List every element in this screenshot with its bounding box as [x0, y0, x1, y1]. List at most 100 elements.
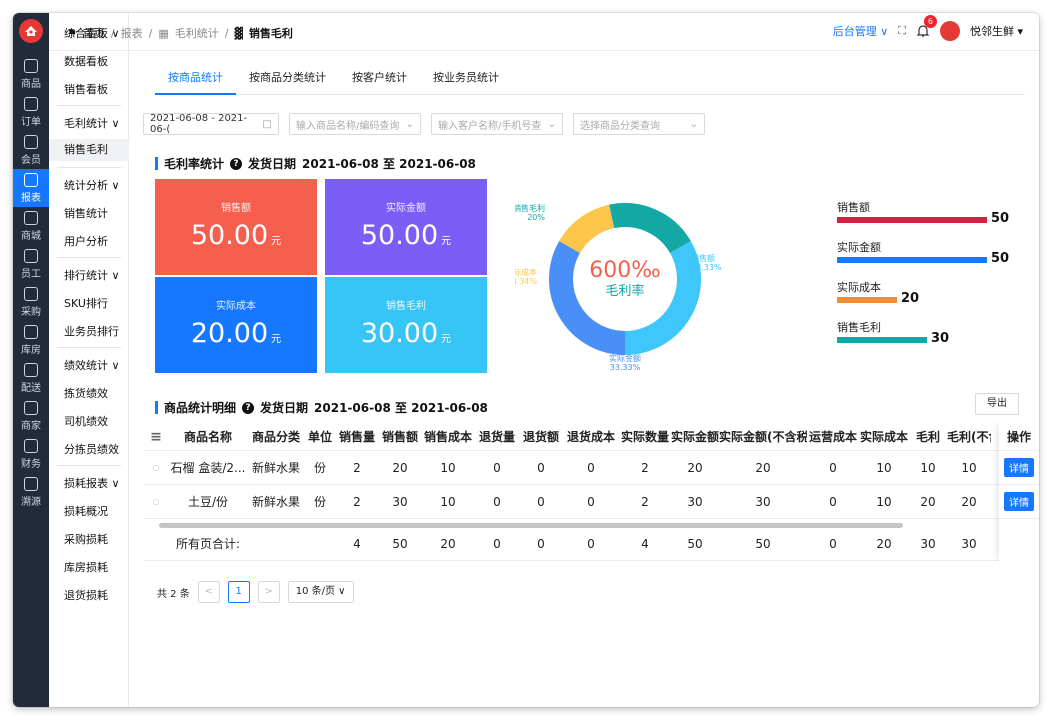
donut-slice[interactable]: [609, 203, 691, 254]
submenu-group[interactable]: 损耗报表 ∨: [64, 475, 120, 491]
column-header[interactable]: 退货量: [475, 428, 519, 445]
row-radio[interactable]: ○: [143, 463, 169, 472]
submenu-item[interactable]: 销售毛利: [49, 139, 129, 161]
nav-delivery[interactable]: 配送: [13, 359, 49, 397]
home-icon[interactable]: ⚑: [67, 27, 77, 40]
submenu-item[interactable]: SKU排行: [64, 295, 108, 311]
nav-product[interactable]: 商品: [13, 55, 49, 93]
notification-bell[interactable]: 6: [916, 15, 937, 38]
total-count: 共 2 条: [157, 588, 190, 600]
submenu-item[interactable]: 库房损耗: [64, 559, 108, 575]
nav-warehouse[interactable]: 库房: [13, 321, 49, 359]
nav-label: 商城: [21, 230, 41, 242]
nav-order[interactable]: 订单: [13, 93, 49, 131]
next-page-button[interactable]: >: [257, 581, 280, 603]
breadcrumb-home[interactable]: 首页: [83, 25, 105, 41]
nav-label: 财务: [21, 458, 41, 470]
user-menu[interactable]: 悦邻生鲜 ▾: [970, 23, 1023, 39]
export-button[interactable]: 导出: [975, 393, 1019, 415]
donut-slice[interactable]: [559, 204, 615, 254]
submenu-item[interactable]: 用户分析: [64, 233, 108, 249]
submenu-item[interactable]: 数据看板: [64, 53, 108, 69]
submenu-item[interactable]: 司机绩效: [64, 413, 108, 429]
column-header[interactable]: 实际金额: [671, 428, 719, 445]
submenu-item[interactable]: 销售看板: [64, 81, 108, 97]
submenu-group[interactable]: 毛利统计 ∨: [64, 115, 120, 131]
submenu-item[interactable]: 业务员排行: [64, 323, 119, 339]
nav-mall[interactable]: 商城: [13, 207, 49, 245]
table-horizontal-scrollbar[interactable]: [159, 523, 903, 528]
breadcrumb-separator: /: [148, 26, 153, 40]
column-header[interactable]: 单位: [305, 428, 335, 445]
column-header[interactable]: 实际数量: [619, 428, 671, 445]
total-cell: 20: [440, 536, 456, 551]
submenu-item[interactable]: 销售统计: [64, 205, 108, 221]
date-range-picker[interactable]: 2021-06-08 - 2021-06-( □: [143, 113, 279, 135]
ship-date-label: 发货日期: [248, 157, 297, 171]
nav-staff[interactable]: 员工: [13, 245, 49, 283]
column-settings-icon[interactable]: ≡: [143, 429, 169, 445]
total-cell: 0: [493, 536, 501, 551]
category-select[interactable]: 选择商品分类查询 ⌄: [573, 113, 705, 135]
column-header[interactable]: 毛利(不含: [947, 428, 991, 445]
column-header[interactable]: 商品名称: [169, 428, 247, 445]
detail-button[interactable]: 详情: [1004, 492, 1034, 511]
help-icon[interactable]: ?: [230, 157, 243, 170]
submenu-item[interactable]: 退货损耗: [64, 587, 108, 603]
op-cell: 详情: [999, 451, 1039, 485]
stat-card: 实际成本 20.00 元: [155, 277, 317, 373]
nav-member[interactable]: 会员: [13, 131, 49, 169]
donut-center-value: 600‰: [589, 258, 661, 283]
tab-1[interactable]: 按商品分类统计: [236, 67, 339, 95]
breadcrumb-report[interactable]: 报表: [121, 25, 143, 41]
tab-3[interactable]: 按业务员统计: [420, 67, 512, 95]
nav-report[interactable]: 报表: [13, 169, 49, 207]
row-radio[interactable]: ○: [143, 497, 169, 506]
column-header[interactable]: 实际金额(不含税): [719, 428, 807, 445]
total-label: 所有页合计:: [175, 537, 241, 551]
admin-menu[interactable]: 后台管理 ∨: [833, 23, 889, 39]
nav-finance[interactable]: 财务: [13, 435, 49, 473]
customer-search-select[interactable]: 输入客户名称/手机号查 ⌄: [431, 113, 563, 135]
stat-unit: 元: [441, 334, 452, 345]
avatar[interactable]: [939, 21, 960, 41]
nav-purchase[interactable]: 采购: [13, 283, 49, 321]
submenu-item[interactable]: 损耗概况: [64, 503, 108, 519]
tab-0[interactable]: 按商品统计: [155, 67, 236, 95]
brand-logo-icon[interactable]: [19, 19, 43, 43]
breadcrumb-gross-profit[interactable]: 毛利统计: [175, 25, 219, 41]
column-header[interactable]: 退货额: [519, 428, 563, 445]
date-range-value: 2021-06-08 - 2021-06-(: [150, 113, 248, 135]
column-header[interactable]: 运营成本: [807, 428, 859, 445]
submenu-item[interactable]: 采购损耗: [64, 531, 108, 547]
donut-slice-label: 销售毛利: [515, 203, 545, 213]
submenu-item[interactable]: 分拣员绩效: [64, 441, 119, 457]
help-icon[interactable]: ?: [242, 401, 255, 414]
column-header[interactable]: 商品分类: [247, 428, 305, 445]
tab-2[interactable]: 按客户统计: [339, 67, 420, 95]
submenu-group[interactable]: 绩效统计 ∨: [64, 357, 120, 373]
prev-page-button[interactable]: <: [197, 581, 220, 603]
column-header[interactable]: 销售成本: [421, 428, 475, 445]
page-size-select[interactable]: 10 条/页 ∨: [287, 581, 354, 603]
nav-merchant[interactable]: 商家: [13, 397, 49, 435]
report-icon: [24, 172, 38, 187]
detail-title: 商品统计明细 ? 发货日期 2021-06-08 至 2021-06-08: [155, 399, 488, 416]
column-header[interactable]: 销售量: [335, 428, 379, 445]
op-cell: 详情: [999, 485, 1039, 519]
column-header[interactable]: 毛利: [909, 428, 947, 445]
table-cell: 0: [493, 460, 501, 475]
column-header[interactable]: 实际成本: [859, 428, 909, 445]
submenu-group[interactable]: 排行统计 ∨: [64, 267, 120, 283]
submenu-group[interactable]: 统计分析 ∨: [64, 177, 120, 193]
nav-trace[interactable]: 溯源: [13, 473, 49, 511]
detail-button[interactable]: 详情: [1004, 458, 1034, 477]
product-search-select[interactable]: 输入商品名称/编码查询 ⌄: [289, 113, 421, 135]
ship-date-value: 2021-06-08 至 2021-06-08: [302, 157, 476, 171]
page-1-button[interactable]: 1: [227, 581, 250, 603]
fullscreen-icon[interactable]: ⛶: [898, 24, 906, 38]
submenu-item[interactable]: 拣货绩效: [64, 385, 108, 401]
column-header[interactable]: 退货成本: [563, 428, 619, 445]
column-header[interactable]: 销售额: [379, 428, 421, 445]
detail-title-text: 商品统计明细: [164, 401, 237, 415]
